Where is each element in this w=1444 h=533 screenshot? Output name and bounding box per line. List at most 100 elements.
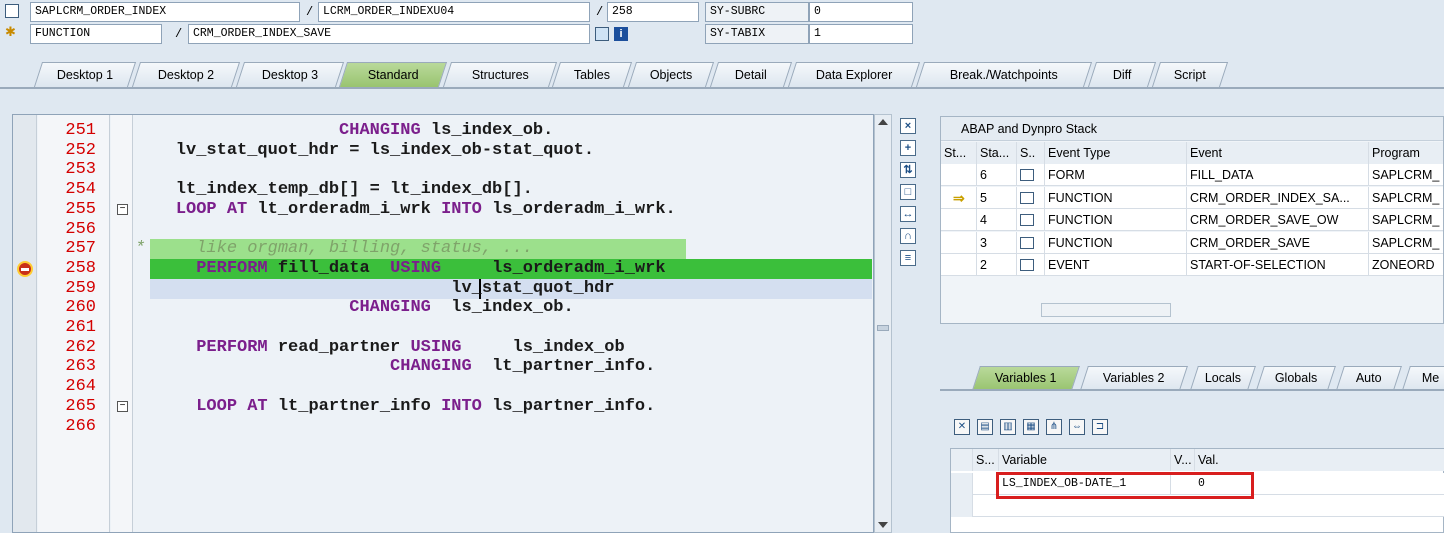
code-line[interactable]: 260 CHANGING ls_index_ob. [13, 298, 873, 318]
tab-detail[interactable]: Detail [709, 62, 793, 87]
code-line[interactable]: 262 PERFORM read_partner USING ls_index_… [13, 337, 873, 358]
column-header[interactable]: St... [941, 142, 977, 164]
sysval-field[interactable]: 1 [809, 24, 913, 44]
code-line[interactable]: 266 [13, 417, 873, 437]
code-scrollbar[interactable] [874, 114, 892, 533]
code-line[interactable]: − 265 LOOP AT lt_partner_info INTO ls_par… [13, 396, 873, 417]
export-icon[interactable]: ▤ [977, 419, 993, 435]
variables-panel: Variables 1 Variables 2 Locals Globals Auto M… [940, 348, 1444, 533]
tab-script[interactable]: Script [1151, 62, 1229, 87]
code-line[interactable]: 263 CHANGING lt_partner_info. [13, 357, 873, 377]
services-icon[interactable]: ∩ [900, 228, 916, 244]
code-line[interactable]: − 255 LOOP AT lt_orderadm_i_wrk INTO ls_o… [13, 199, 873, 220]
column-header[interactable]: Sta... [977, 142, 1017, 164]
event-type-icon [1017, 254, 1045, 276]
tab-me[interactable]: Me [1402, 366, 1444, 390]
column-header[interactable]: Event [1187, 142, 1369, 164]
code-token: lt_partner_info. [471, 357, 656, 377]
code-token: ls_orderadm_i_wrk. [481, 199, 676, 219]
column-header[interactable] [951, 449, 973, 471]
code-line[interactable]: 251 CHANGING ls_index_ob. [13, 121, 873, 141]
sysval-field[interactable]: 0 [809, 2, 913, 22]
fold-toggle-icon[interactable]: − [117, 203, 128, 215]
settings-icon[interactable]: ≡ [900, 250, 916, 266]
swap-icon[interactable]: ⇅ [900, 162, 916, 178]
maximize-icon[interactable]: □ [900, 184, 916, 200]
code-line[interactable]: 254 lt_index_temp_db[] = lt_index_db[]. [13, 180, 873, 200]
delete-icon[interactable]: ✕ [954, 419, 970, 435]
scroll-down-icon[interactable] [878, 522, 888, 528]
code-token: LOOP AT [196, 396, 268, 416]
tab-variables-1[interactable]: Variables 1 [972, 366, 1080, 390]
code-line[interactable]: 258 PERFORM fill_data USING ls_orderadm_… [13, 258, 873, 279]
tab-standard[interactable]: Standard [338, 62, 448, 87]
code-line[interactable]: 264 [13, 377, 873, 397]
import-icon[interactable]: ▥ [1000, 419, 1016, 435]
line-number: 259 [65, 278, 96, 298]
program-field[interactable]: SAPLCRM_ORDER_INDEX [30, 2, 300, 22]
column-header[interactable]: Val. [1195, 449, 1444, 471]
code-line[interactable]: 257 * like orgman, billing, status, ... [13, 239, 873, 260]
save-icon[interactable]: ▦ [1023, 419, 1039, 435]
stack-row[interactable]: 2 EVENT START-OF-SELECTION ZONEORD [941, 254, 1443, 276]
column-header[interactable]: Event Type [1045, 142, 1187, 164]
line-number: 263 [65, 357, 96, 377]
debugger-info-bar: SAPLCRM_ORDER_INDEX / LCRM_ORDER_INDEXU0… [0, 0, 1444, 56]
resize-icon[interactable]: ↔ [900, 206, 916, 222]
tab-desktop-3[interactable]: Desktop 3 [235, 62, 345, 87]
code-line[interactable]: 253 [13, 160, 873, 180]
tab-variables-2[interactable]: Variables 2 [1080, 366, 1188, 390]
source-code-editor[interactable]: 251 CHANGING ls_index_ob. 252 lv_stat_quo… [12, 114, 874, 533]
scroll-up-icon[interactable] [878, 119, 888, 125]
column-header[interactable]: S.. [1017, 142, 1045, 164]
new-tool-icon[interactable]: + [900, 140, 916, 156]
code-line[interactable]: 261 [13, 318, 873, 338]
tab-desktop-2[interactable]: Desktop 2 [131, 62, 241, 87]
stack-row[interactable]: 3 FUNCTION CRM_ORDER_SAVE SAPLCRM_ [941, 231, 1443, 254]
code-line[interactable]: 259 lv_stat_quot_hdr [13, 278, 873, 299]
folder-icon[interactable]: ⊐ [1092, 419, 1108, 435]
stack-program: SAPLCRM_ [1369, 232, 1443, 254]
hierarchy-icon[interactable]: ⋔ [1046, 419, 1062, 435]
scroll-thumb[interactable] [877, 325, 889, 331]
tab-locals[interactable]: Locals [1190, 366, 1256, 390]
info-icon[interactable]: i [614, 27, 628, 41]
tab-objects[interactable]: Objects [627, 62, 715, 87]
tab-structures[interactable]: Structures [442, 62, 558, 87]
navigate-icon[interactable]: ⇔ [1069, 419, 1085, 435]
tab-label: Me [1422, 371, 1440, 385]
column-header[interactable]: S... [973, 449, 999, 471]
tab-auto[interactable]: Auto [1336, 366, 1402, 390]
tab-break-watchpoints[interactable]: Break./Watchpoints [915, 62, 1093, 87]
column-header[interactable]: Program [1369, 142, 1443, 164]
row-selector[interactable] [951, 473, 973, 495]
tab-globals[interactable]: Globals [1256, 366, 1336, 390]
line-field[interactable]: 258 [607, 2, 699, 22]
fold-toggle-icon[interactable]: − [117, 400, 128, 412]
stack-sta: 4 [977, 209, 1017, 231]
tab-tables[interactable]: Tables [551, 62, 633, 87]
function-field[interactable]: CRM_ORDER_INDEX_SAVE [188, 24, 590, 44]
stack-row[interactable]: 6 FORM FILL_DATA SAPLCRM_ [941, 164, 1443, 186]
breakpoint-icon[interactable] [17, 260, 33, 277]
row-selector[interactable] [951, 495, 973, 517]
stack-row[interactable]: ⇒ 5 FUNCTION CRM_ORDER_INDEX_SA... SAPLCRM_ [941, 186, 1443, 209]
column-header[interactable]: V... [1171, 449, 1195, 471]
overview-icon[interactable] [595, 27, 609, 41]
code-line[interactable]: 256 [13, 220, 873, 240]
stack-row[interactable]: 4 FUNCTION CRM_ORDER_SAVE_OW SAPLCRM_ [941, 209, 1443, 231]
code-line[interactable]: 252 lv_stat_quot_hdr = ls_index_ob-stat_… [13, 141, 873, 161]
tab-data-explorer[interactable]: Data Explorer [787, 62, 921, 87]
include-field[interactable]: LCRM_ORDER_INDEXU04 [318, 2, 590, 22]
type-field[interactable]: FUNCTION [30, 24, 162, 44]
list-icon [1020, 169, 1034, 181]
tab-diff[interactable]: Diff [1087, 62, 1157, 87]
tab-desktop-1[interactable]: Desktop 1 [33, 62, 137, 87]
code-token: PERFORM [196, 337, 268, 357]
column-header[interactable]: Variable [999, 449, 1171, 471]
stack-hscroll[interactable] [1041, 303, 1171, 317]
line-number: 258 [65, 258, 96, 278]
stack-sta: 2 [977, 254, 1017, 276]
close-icon[interactable]: × [900, 118, 916, 134]
